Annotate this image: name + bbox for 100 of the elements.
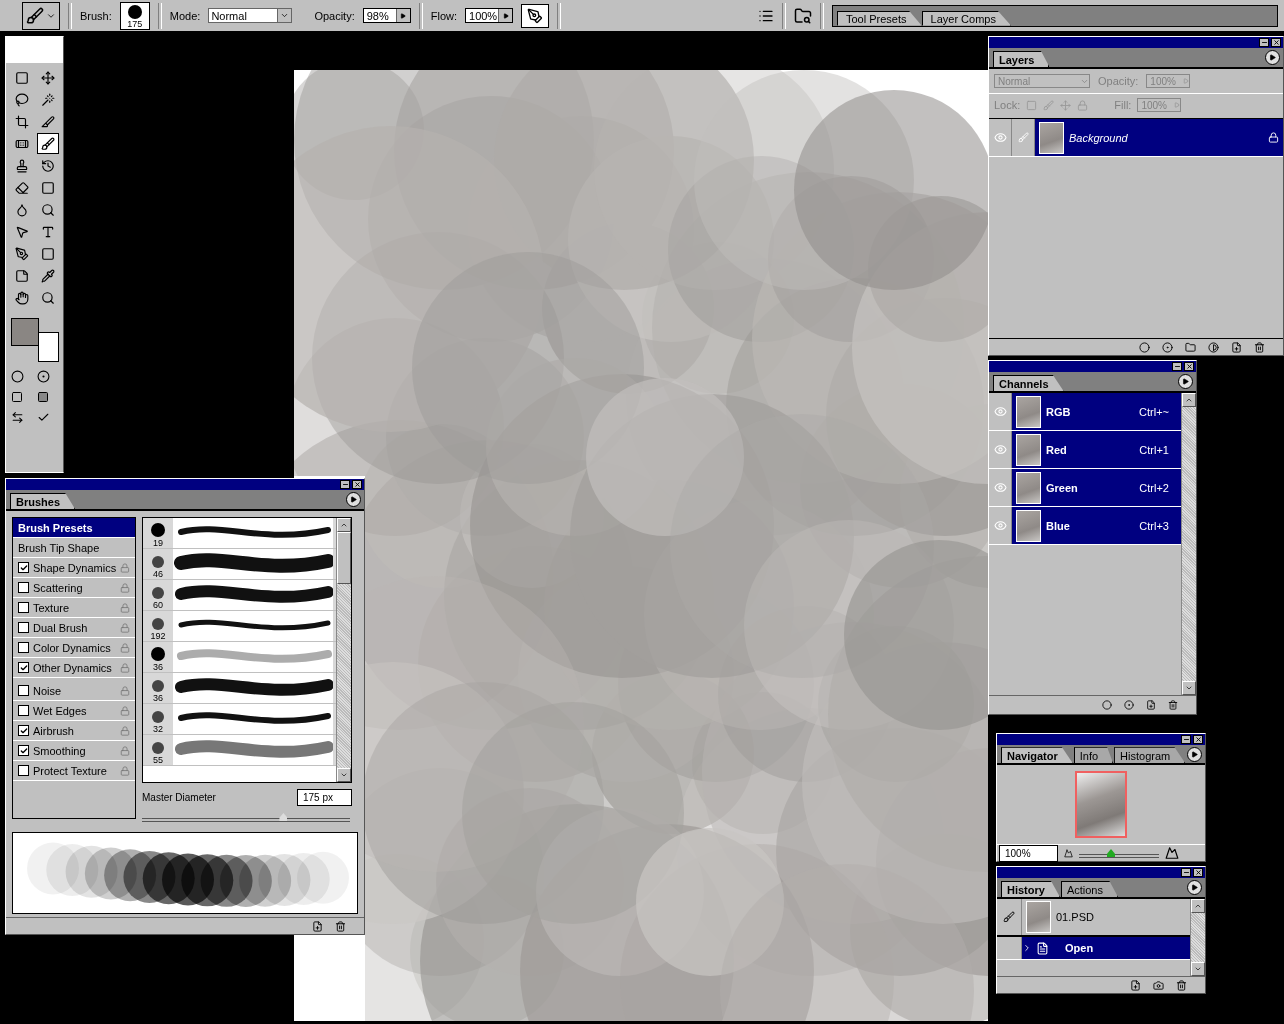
slider-thumb[interactable]: [1107, 849, 1115, 857]
brush-picker[interactable]: 175: [119, 1, 150, 30]
checkbox[interactable]: [18, 765, 29, 776]
checkbox[interactable]: [18, 622, 29, 633]
panel-tab[interactable]: History: [1001, 881, 1060, 897]
zoom-field[interactable]: 100%: [999, 844, 1058, 862]
trash-icon[interactable]: [1168, 700, 1178, 710]
brush-preset[interactable]: 36: [143, 642, 336, 673]
checkmark-icon[interactable]: [36, 411, 50, 424]
brush-preset[interactable]: 19: [143, 518, 336, 549]
flow-field[interactable]: 100%: [465, 8, 513, 23]
panel-menu-button[interactable]: [1187, 880, 1202, 895]
close-button[interactable]: [1193, 868, 1203, 877]
zoom-out-icon[interactable]: [1064, 848, 1073, 858]
palette-well-tab[interactable]: Layer Comps: [921, 10, 1011, 26]
checkbox[interactable]: [18, 562, 29, 573]
panel-menu-button[interactable]: [1265, 50, 1280, 65]
panel-menu-button[interactable]: [346, 492, 361, 507]
adjustment-layer-icon[interactable]: [1208, 341, 1219, 353]
full-screen-icon[interactable]: [36, 391, 49, 403]
new-brush-icon[interactable]: [312, 920, 323, 932]
save-selection-icon[interactable]: [1124, 700, 1134, 710]
new-document-icon[interactable]: [1130, 979, 1141, 991]
folder-icon[interactable]: [1185, 341, 1196, 353]
panel-tab[interactable]: Brushes: [10, 493, 76, 509]
panel-menu-button[interactable]: [1178, 374, 1193, 389]
opacity-field[interactable]: 98%: [362, 8, 411, 23]
panel-tab[interactable]: Info: [1073, 747, 1114, 764]
background-color-swatch[interactable]: [37, 332, 59, 362]
channel-row[interactable]: RGB Ctrl+~: [989, 393, 1181, 431]
foreground-color-swatch[interactable]: [10, 318, 39, 346]
minimize-button[interactable]: [1259, 38, 1269, 47]
panel-tab[interactable]: Channels: [993, 375, 1064, 391]
scrollbar[interactable]: [336, 518, 351, 782]
diameter-field[interactable]: 175 px: [297, 789, 352, 806]
slider-thumb[interactable]: [279, 813, 288, 821]
minimize-button[interactable]: [1172, 362, 1182, 371]
scrollbar[interactable]: [1181, 393, 1196, 695]
zoom-in-icon[interactable]: [1165, 846, 1179, 860]
navigator-preview[interactable]: [1075, 771, 1127, 838]
load-selection-icon[interactable]: [1102, 700, 1112, 710]
brush-preset[interactable]: 36: [143, 673, 336, 704]
scroll-down-button[interactable]: [337, 768, 351, 782]
close-button[interactable]: [1184, 362, 1194, 371]
state-marker-icon[interactable]: [1022, 943, 1032, 953]
layer-style-icon[interactable]: [1139, 341, 1150, 353]
quick-mask-icon[interactable]: [36, 370, 50, 383]
trash-icon[interactable]: [1254, 341, 1265, 353]
airbrush-button[interactable]: [521, 3, 549, 28]
checkbox[interactable]: [18, 705, 29, 716]
minimize-button[interactable]: [340, 480, 350, 489]
trash-icon[interactable]: [335, 920, 346, 932]
panel-tab[interactable]: Histogram: [1114, 747, 1186, 764]
minimize-button[interactable]: [1181, 868, 1191, 877]
panel-tab[interactable]: Layers: [993, 51, 1050, 67]
history-brush-icon[interactable]: [1003, 911, 1015, 923]
folder-search-icon[interactable]: [794, 6, 812, 25]
brush-preset[interactable]: 55: [143, 735, 336, 766]
checkbox[interactable]: [18, 662, 29, 673]
channel-row[interactable]: Red Ctrl+1: [989, 431, 1181, 469]
channel-row[interactable]: Blue Ctrl+3: [989, 507, 1181, 545]
palette-well-tab[interactable]: Tool Presets: [837, 10, 922, 26]
scroll-up-button[interactable]: [1182, 393, 1196, 407]
checkbox[interactable]: [18, 642, 29, 653]
layer-row[interactable]: Background: [989, 119, 1283, 157]
new-layer-icon[interactable]: [1231, 341, 1242, 353]
checkbox[interactable]: [18, 685, 29, 696]
panel-menu-button[interactable]: [1187, 746, 1202, 762]
history-state[interactable]: Open: [997, 937, 1190, 960]
jump-to-icon[interactable]: [10, 411, 24, 424]
brush-preset[interactable]: 60: [143, 580, 336, 611]
scrollbar[interactable]: [1190, 899, 1205, 976]
close-button[interactable]: [1193, 734, 1203, 744]
scroll-down-button[interactable]: [1182, 681, 1196, 695]
brush-setting[interactable]: Brush Presets: [13, 518, 135, 538]
tool-preset-picker[interactable]: [22, 1, 60, 30]
scroll-up-button[interactable]: [1191, 899, 1205, 913]
brush-preset[interactable]: 192: [143, 611, 336, 642]
snapshot-icon[interactable]: [1153, 979, 1164, 991]
checkbox[interactable]: [18, 745, 29, 756]
brush-preset[interactable]: 32: [143, 704, 336, 735]
scroll-down-button[interactable]: [1191, 962, 1205, 976]
mode-dropdown[interactable]: Normal: [208, 8, 293, 23]
panel-tab[interactable]: Navigator: [1001, 747, 1073, 764]
close-button[interactable]: [1271, 38, 1281, 47]
trash-icon[interactable]: [1176, 979, 1187, 991]
mask-icon[interactable]: [1162, 341, 1173, 353]
standard-mode-icon[interactable]: [10, 370, 24, 383]
checkbox[interactable]: [18, 725, 29, 736]
close-button[interactable]: [352, 480, 362, 489]
screen-mode-icon[interactable]: [10, 391, 23, 403]
brush-tool[interactable]: [36, 133, 59, 154]
scroll-up-button[interactable]: [337, 518, 351, 532]
checkbox[interactable]: [18, 582, 29, 593]
new-channel-icon[interactable]: [1146, 700, 1156, 710]
channel-row[interactable]: Green Ctrl+2: [989, 469, 1181, 507]
panel-tab[interactable]: Actions: [1060, 881, 1118, 897]
minimize-button[interactable]: [1181, 734, 1191, 744]
checkbox[interactable]: [18, 602, 29, 613]
brush-preset[interactable]: 46: [143, 549, 336, 580]
